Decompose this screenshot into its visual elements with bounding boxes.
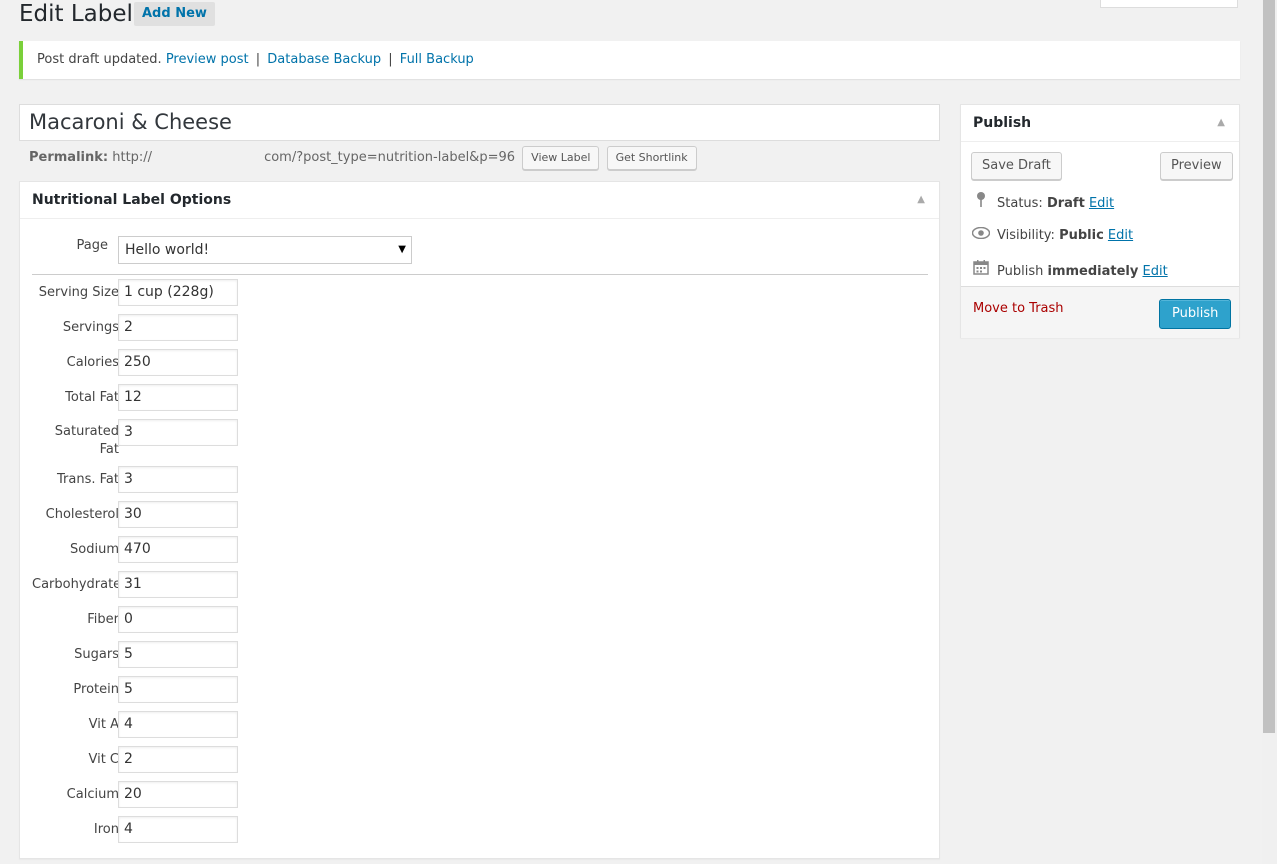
status-row: Status: Draft Edit (971, 191, 1114, 211)
protein-input[interactable]: 5 (118, 676, 238, 703)
major-publishing-actions: Move to Trash Publish (961, 286, 1239, 338)
screen-options-tab[interactable] (1100, 0, 1238, 8)
page-select-row: Page Hello world! ▼ (32, 236, 928, 275)
trans-fat-input[interactable]: 3 (118, 466, 238, 493)
calories-input[interactable]: 250 (118, 349, 238, 376)
saturated-fat-input[interactable]: 3 (118, 419, 238, 446)
preview-button[interactable]: Preview (1160, 152, 1233, 180)
cholesterol-input[interactable]: 30 (118, 501, 238, 528)
publish-date-label: Publish (997, 264, 1044, 279)
database-backup-link[interactable]: Database Backup (267, 52, 381, 67)
field-label: Fiber (87, 612, 119, 627)
permalink-url-start[interactable]: http:// (112, 150, 152, 165)
triangle-up-icon[interactable]: ▲ (917, 182, 925, 218)
field-label: Trans. Fat (57, 472, 119, 487)
edit-status-link[interactable]: Edit (1089, 196, 1114, 211)
get-shortlink-button[interactable]: Get Shortlink (606, 145, 697, 170)
save-draft-button[interactable]: Save Draft (971, 152, 1062, 180)
permalink-url-end[interactable]: com/?post_type=nutrition-label&p=96 (264, 150, 515, 165)
edit-visibility-link[interactable]: Edit (1108, 228, 1133, 243)
iron-input[interactable]: 4 (118, 816, 238, 843)
field-label: Calories (66, 355, 119, 370)
scrollbar-thumb[interactable] (1263, 0, 1275, 733)
page-label: Page (76, 238, 108, 253)
nutritional-label-options-box: Nutritional Label Options ▲ Page Hello w… (19, 181, 940, 859)
status-value: Draft (1046, 196, 1085, 211)
page-select-value: Hello world! (125, 242, 210, 258)
serving-size-input[interactable]: 1 cup (228g) (118, 279, 238, 306)
publish-box: Publish ▲ Save Draft Preview Status: Dra… (960, 104, 1240, 338)
update-notice: Post draft updated. Preview post | Datab… (19, 41, 1240, 79)
visibility-label: Visibility: (997, 228, 1055, 243)
options-box-header[interactable]: Nutritional Label Options ▲ (20, 182, 939, 219)
eye-icon (971, 225, 991, 245)
view-label-button[interactable]: View Label (522, 145, 600, 170)
field-label: Serving Size (38, 285, 119, 300)
field-label: Total Fat (65, 390, 119, 405)
field-label: Sodium (70, 542, 119, 557)
vit-a-input[interactable]: 4 (118, 711, 238, 738)
servings-input[interactable]: 2 (118, 314, 238, 341)
publish-date-value: immediately (1047, 264, 1139, 279)
field-label: Protein (73, 682, 119, 697)
field-label: Saturated Fat (54, 424, 119, 457)
sugars-input[interactable]: 5 (118, 641, 238, 668)
field-label: Carbohydrates (32, 577, 120, 592)
triangle-down-icon: ▼ (398, 244, 406, 255)
notice-separator: | (388, 52, 393, 67)
field-label: Calcium (66, 787, 119, 802)
permalink-row: Permalink: http:// com/?post_type=nutriti… (29, 145, 697, 171)
sodium-input[interactable]: 470 (118, 536, 238, 563)
full-backup-link[interactable]: Full Backup (400, 52, 474, 67)
triangle-up-icon[interactable]: ▲ (1217, 105, 1225, 141)
publish-button[interactable]: Publish (1159, 299, 1232, 329)
calcium-input[interactable]: 20 (118, 781, 238, 808)
fiber-input[interactable]: 0 (118, 606, 238, 633)
edit-publish-date-link[interactable]: Edit (1143, 264, 1168, 279)
visibility-row: Visibility: Public Edit (971, 225, 1133, 245)
vit-c-input[interactable]: 2 (118, 746, 238, 773)
field-label: Iron (93, 822, 119, 837)
publish-box-title: Publish (973, 115, 1032, 131)
notice-text: Post draft updated. (37, 52, 162, 67)
move-to-trash-link[interactable]: Move to Trash (973, 301, 1064, 316)
preview-post-link[interactable]: Preview post (166, 52, 249, 67)
add-new-button[interactable]: Add New (134, 2, 215, 26)
permalink-label: Permalink: (29, 150, 109, 165)
field-label: Sugars (74, 647, 119, 662)
visibility-value: Public (1059, 228, 1104, 243)
pushpin-icon (971, 191, 991, 213)
total-fat-input[interactable]: 12 (118, 384, 238, 411)
publish-date-row: Publish immediately Edit (971, 259, 1168, 279)
publish-box-header[interactable]: Publish ▲ (961, 105, 1239, 142)
calendar-icon (971, 259, 991, 281)
status-label: Status: (997, 196, 1043, 211)
field-label: Vit A (88, 717, 119, 732)
notice-separator: | (255, 52, 261, 67)
options-box-title: Nutritional Label Options (32, 192, 232, 208)
page-select[interactable]: Hello world! ▼ (118, 236, 412, 264)
post-title-input[interactable]: Macaroni & Cheese (19, 104, 940, 141)
carbohydrates-input[interactable]: 31 (118, 571, 238, 598)
field-label: Vit C (88, 752, 119, 767)
field-label: Servings (62, 320, 119, 335)
page-title: Edit Label (19, 1, 133, 27)
field-label: Cholesterol (45, 507, 119, 522)
